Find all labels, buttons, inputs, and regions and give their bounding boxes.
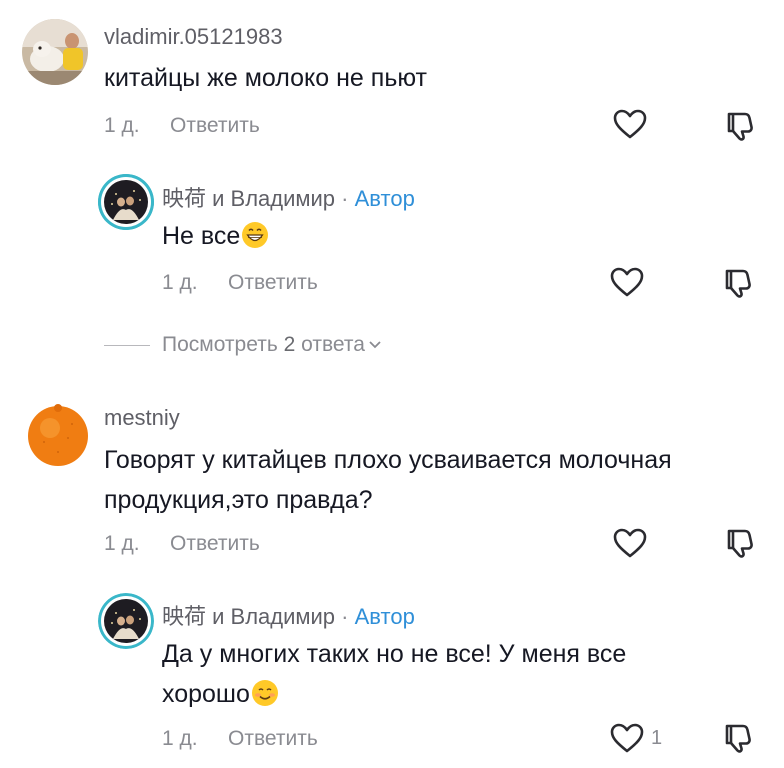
view-replies-button[interactable]: Посмотреть 2 ответа <box>104 333 382 357</box>
view-replies-count: 2 <box>283 333 296 356</box>
comment-time: 1 д. <box>104 114 140 137</box>
author-badge: Автор <box>354 604 415 629</box>
avatar[interactable] <box>22 398 94 470</box>
comment-username[interactable]: mestniy <box>104 405 180 431</box>
heart-outline-icon[interactable] <box>612 108 648 140</box>
comment-text-line2: хорошо <box>162 674 626 714</box>
reply-button[interactable]: Ответить <box>170 532 260 555</box>
reply-button[interactable]: Ответить <box>228 727 318 750</box>
comment-text-line: продукция,это правда? <box>104 486 373 514</box>
author-avatar[interactable] <box>98 174 154 230</box>
heart-outline-icon[interactable] <box>609 722 645 754</box>
heart-outline-icon[interactable] <box>612 527 648 559</box>
comment-time: 1 д. <box>162 727 198 750</box>
comment-text-line: Да у многих таких но не все! У меня все <box>162 640 627 668</box>
author-name[interactable]: 映荷 и Владимир <box>162 604 335 629</box>
comment-text: китайцы же молоко не пьют <box>104 58 427 98</box>
comment-username[interactable]: 映荷 и Владимир · Автор <box>162 181 415 213</box>
avatar[interactable] <box>22 19 88 85</box>
separator-dot: · <box>341 186 349 211</box>
comment-username[interactable]: 映荷 и Владимир · Автор <box>162 599 415 631</box>
comment-item: vladimir.05121983 китайцы же молоко не п… <box>0 0 784 160</box>
author-name[interactable]: 映荷 и Владимир <box>162 186 335 211</box>
divider-line <box>104 344 150 346</box>
reply-button[interactable]: Ответить <box>228 271 318 294</box>
view-replies-label: Посмотреть 2 ответа <box>162 333 365 357</box>
like-count: 1 <box>651 727 663 749</box>
comment-meta: 1 д. Ответить <box>162 271 318 295</box>
grinning-face-emoji <box>242 222 269 248</box>
heart-outline-icon[interactable] <box>609 266 645 298</box>
reply-button[interactable]: Ответить <box>170 114 260 137</box>
view-replies-suffix: ответа <box>301 333 365 356</box>
comment-text: Да у многих таких но не все! У меня все … <box>162 634 626 714</box>
comment-text-line: Говорят у китайцев плохо усваивается мол… <box>104 446 672 474</box>
chevron-down-icon <box>369 341 381 349</box>
thumbs-down-outline-icon[interactable] <box>722 108 756 142</box>
thumbs-down-outline-icon[interactable] <box>720 265 754 299</box>
comment-meta: 1 д. Ответить <box>162 727 318 751</box>
comment-text: Не все <box>162 216 269 256</box>
comment-meta: 1 д. Ответить <box>104 532 260 556</box>
comment-text-content: хорошо <box>162 680 250 708</box>
comment-meta: 1 д. Ответить <box>104 114 260 138</box>
thumbs-down-outline-icon[interactable] <box>722 525 756 559</box>
author-avatar[interactable] <box>98 593 154 649</box>
view-replies-prefix: Посмотреть <box>162 333 278 356</box>
thumbs-down-outline-icon[interactable] <box>720 720 754 754</box>
comment-item: mestniy Говорят у китайцев плохо усваива… <box>0 385 784 585</box>
author-badge: Автор <box>354 186 415 211</box>
comment-reply-item: 映荷 и Владимир · Автор Не все 1 д. Ответит… <box>0 160 784 310</box>
comment-username[interactable]: vladimir.05121983 <box>104 24 283 50</box>
comment-time: 1 д. <box>104 532 140 555</box>
comment-text-content: Не все <box>162 222 241 250</box>
comment-text: Говорят у китайцев плохо усваивается мол… <box>104 440 672 520</box>
comment-time: 1 д. <box>162 271 198 294</box>
comment-reply-item: 映荷 и Владимир · Автор Да у многих таких … <box>0 579 784 768</box>
separator-dot: · <box>341 604 349 629</box>
smiling-face-emoji <box>251 680 278 706</box>
comment-text-content: китайцы же молоко не пьют <box>104 64 427 92</box>
